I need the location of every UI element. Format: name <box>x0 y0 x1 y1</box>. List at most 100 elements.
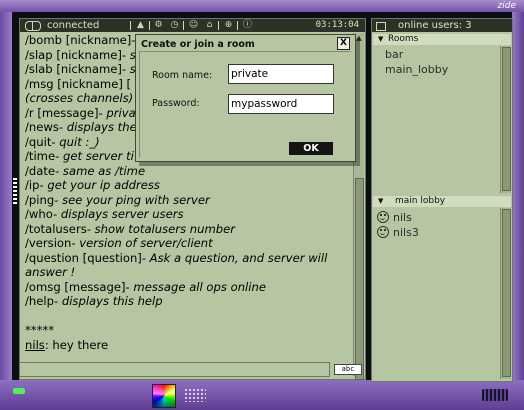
toolbar-divider <box>183 21 184 30</box>
command-desc: quit :_) <box>55 134 100 149</box>
chat-message: nils: hey there <box>25 338 353 353</box>
command-desc: get your ip address <box>43 178 160 192</box>
command-text: /slap [nickname]- <box>25 47 127 62</box>
connection-status: connected <box>47 20 100 31</box>
users-pane: online users: 3 ▼ Rooms bar main_lobby ▼… <box>371 18 513 382</box>
dialog-body: Room name: Password: OK <box>139 51 351 158</box>
chat-line: /help- displays this help <box>25 294 353 309</box>
message-input[interactable] <box>20 369 329 382</box>
message-input-row <box>19 362 330 382</box>
room-item[interactable]: bar <box>385 48 403 61</box>
window-frame-bottom <box>0 380 524 410</box>
command-text: /slab [nickname]- <box>25 62 127 76</box>
users-header: online users: 3 <box>372 19 512 32</box>
channel-header[interactable]: ▼ main lobby <box>373 196 511 207</box>
clock-readout: 03:13:04 <box>315 20 359 30</box>
command-text: /version- <box>25 236 76 250</box>
password-input[interactable] <box>228 94 334 114</box>
chat-blank-line <box>25 309 353 324</box>
room-dialog: Create or join a room X Room name: Passw… <box>135 34 356 162</box>
command-text: /quit- <box>25 134 56 149</box>
room-name-input[interactable] <box>228 64 334 84</box>
online-users-count: online users: 3 <box>398 20 472 31</box>
users-icon <box>376 22 386 31</box>
chat-line: /version- version of server/client <box>25 236 353 251</box>
vent-grille <box>482 389 508 401</box>
spellcheck-button[interactable]: abc <box>334 364 362 375</box>
command-text: /ping- <box>25 192 59 207</box>
command-text: /date- <box>25 163 60 178</box>
window-frame-right <box>512 12 524 380</box>
chat-line: /ping- see your ping with server <box>25 193 353 208</box>
window-frame-left <box>0 12 12 380</box>
command-desc: message all ops online <box>129 279 266 294</box>
close-icon[interactable]: X <box>337 37 350 50</box>
color-picker-button[interactable] <box>152 384 176 408</box>
scroll-thumb[interactable] <box>502 47 511 191</box>
collapse-arrow-icon: ▼ <box>378 35 384 43</box>
command-text: /help- <box>25 294 59 308</box>
home-icon[interactable]: ⌂ <box>204 20 215 31</box>
ok-button[interactable]: OK <box>289 142 333 155</box>
command-text: /r [message]- <box>25 105 103 120</box>
user-name: nils3 <box>393 226 419 239</box>
settings-icon[interactable]: ⚙ <box>153 20 164 31</box>
target-icon[interactable]: ⊕ <box>223 20 234 31</box>
toolbar-divider <box>149 21 150 30</box>
scroll-thumb[interactable] <box>502 209 511 377</box>
command-desc: same as /time <box>59 163 146 178</box>
user-name: nils <box>393 211 412 224</box>
command-text: /bomb [nickname]- <box>25 33 136 47</box>
command-text: /question [question]- <box>25 250 146 265</box>
message-nickname[interactable]: nils <box>25 338 45 352</box>
command-desc: get server ti <box>59 149 134 163</box>
status-led <box>13 388 25 394</box>
user-item[interactable]: nils3 <box>377 226 419 239</box>
command-text: /news- <box>25 120 64 134</box>
room-name-label: Room name: <box>152 70 213 81</box>
command-text: /omsg [message]- <box>25 279 130 294</box>
window-title: zide <box>497 1 516 11</box>
command-text: /time- <box>25 149 60 163</box>
smiley-icon <box>377 226 389 238</box>
collapse-arrow-icon: ▼ <box>378 197 384 205</box>
chat-line: /omsg [message]- message all ops online <box>25 280 353 295</box>
chat-line: /ip- get your ip address <box>25 178 353 193</box>
rooms-label: Rooms <box>388 34 419 44</box>
channel-label: main lobby <box>395 196 446 206</box>
command-desc: (crosses channels) <box>25 91 134 105</box>
clock-icon[interactable]: ◷ <box>169 20 180 31</box>
user-item[interactable]: nils <box>377 211 412 224</box>
window-frame-top[interactable]: zide <box>0 0 524 12</box>
info-icon[interactable]: ⓘ <box>242 20 253 31</box>
command-desc: see your ping with server <box>58 192 210 207</box>
chat-line: /who- displays server users <box>25 207 353 222</box>
chat-line: /date- same as /time <box>25 164 353 179</box>
user-icon[interactable]: ☺ <box>188 20 199 31</box>
chat-toolbar: connected ▲ ⚙ ◷ ☺ ⌂ ⊕ ⓘ 03:13:04 <box>20 19 365 32</box>
command-desc: show totalusers number <box>90 221 236 236</box>
bell-icon[interactable]: ▲ <box>135 20 146 31</box>
command-desc: priva <box>102 105 136 120</box>
rooms-scrollbar[interactable] <box>500 46 511 193</box>
resize-grip[interactable] <box>13 178 17 204</box>
emoticons-button[interactable] <box>184 388 206 402</box>
scroll-thumb[interactable] <box>355 178 364 380</box>
smiley-icon <box>377 211 389 223</box>
message-text: : hey there <box>44 337 109 352</box>
room-item[interactable]: main_lobby <box>385 63 448 76</box>
scroll-up-icon[interactable]: ▲ <box>355 34 363 42</box>
chat-line: /question [question]- Ask a question, an… <box>25 251 343 280</box>
chat-line: /totalusers- show totalusers number <box>25 222 353 237</box>
toolbar-divider <box>218 21 219 30</box>
command-desc: displays server users <box>57 207 184 221</box>
users-scrollbar[interactable] <box>500 208 511 379</box>
command-text: /ip- <box>25 178 44 192</box>
toolbar-divider <box>237 21 238 30</box>
dialog-title: Create or join a room <box>141 39 255 50</box>
connection-icon <box>25 21 41 31</box>
rooms-header[interactable]: ▼ Rooms <box>373 34 511 45</box>
command-text: /totalusers- <box>25 221 91 236</box>
command-desc: displays this help <box>58 294 163 308</box>
command-desc: version of server/client <box>75 236 213 250</box>
